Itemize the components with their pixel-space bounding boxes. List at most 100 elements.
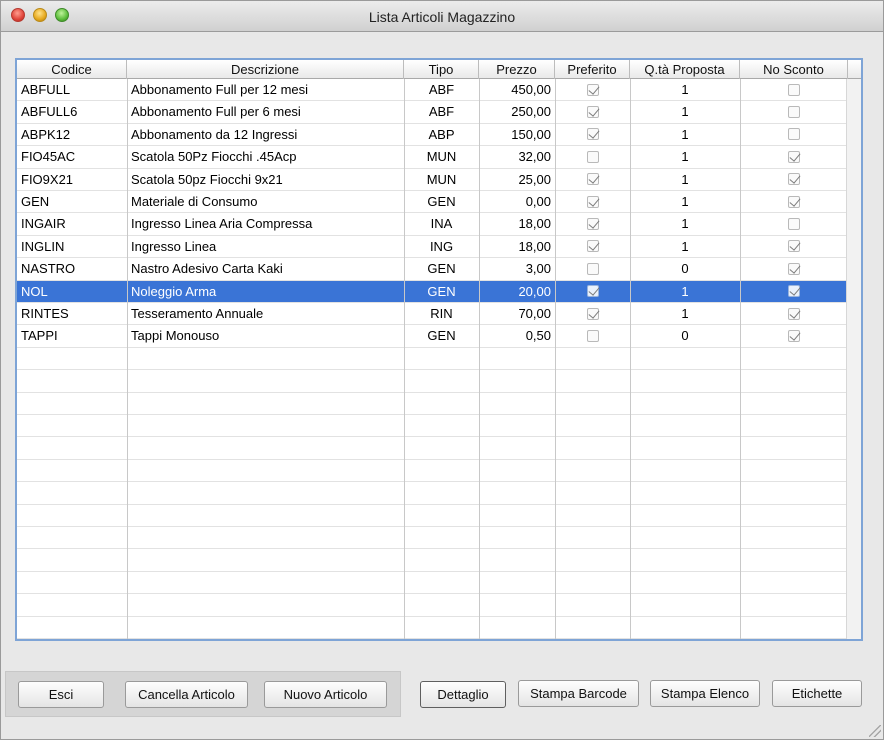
app-window: Lista Articoli Magazzino Codice Descrizi… [0,0,884,740]
cell-no-sconto [740,169,848,191]
preferito-checkbox[interactable] [586,128,599,141]
table-row[interactable]: GEN Materiale di Consumo GEN 0,00 1 [17,191,848,214]
column-header-descrizione[interactable]: Descrizione [127,60,404,79]
cell-codice: INGAIR [21,216,66,232]
stampa-elenco-button[interactable]: Stampa Elenco [650,680,760,707]
preferito-checkbox[interactable] [586,173,599,186]
cell-codice: ABFULL6 [21,104,78,120]
empty-table-row[interactable] [17,617,846,639]
cell-descrizione: Ingresso Linea [131,238,217,254]
cell-prezzo: 32,00 [518,149,551,165]
esci-button[interactable]: Esci [18,681,104,708]
table-row[interactable]: FIO9X21 Scatola 50pz Fiocchi 9x21 MUN 25,00… [17,169,846,191]
column-header-tipo[interactable]: Tipo [404,60,479,79]
articles-table[interactable]: Codice Descrizione Tipo Prezzo Preferito… [15,58,863,641]
vertical-scrollbar[interactable] [846,79,861,639]
stampa-barcode-button[interactable]: Stampa Barcode [518,680,639,707]
no-sconto-checkbox[interactable] [788,195,800,208]
empty-table-row[interactable] [17,549,846,572]
nuovo-articolo-button[interactable]: Nuovo Articolo [264,681,387,708]
preferito-checkbox[interactable] [586,329,599,342]
empty-table-row[interactable] [17,594,846,617]
no-sconto-checkbox[interactable] [788,329,800,342]
empty-table-row[interactable] [17,482,846,505]
cell-qta-proposta: 1 [681,216,689,232]
table-row[interactable]: ABPK12 Abbonamento da 12 Ingressi ABP 150,0… [17,124,846,147]
cell-no-sconto [740,303,848,325]
no-sconto-checkbox[interactable] [788,285,800,298]
preferito-checkbox[interactable] [586,195,599,208]
cell-descrizione: Nastro Adesivo Carta Kaki [131,261,283,277]
preferito-checkbox[interactable] [586,150,599,163]
no-sconto-checkbox[interactable] [788,307,800,320]
cell-prezzo: 0,00 [525,194,551,209]
empty-table-row[interactable] [17,393,846,415]
cell-preferito [555,124,630,146]
cell-qta-proposta: 1 [681,104,689,120]
no-sconto-checkbox[interactable] [788,83,800,96]
resize-grip-icon[interactable] [869,725,881,737]
cell-tipo: GEN [427,194,456,209]
no-sconto-checkbox[interactable] [788,173,800,186]
column-header-no-sconto[interactable]: No Sconto [740,60,848,79]
table-row[interactable]: INGLIN Ingresso Linea ING 18,00 1 [17,236,846,259]
column-header-preferito[interactable]: Preferito [555,60,630,79]
empty-table-row[interactable] [17,505,846,527]
cell-descrizione: Ingresso Linea Aria Compressa [131,216,313,232]
cell-prezzo: 20,00 [518,283,551,299]
table-row[interactable]: INGAIR Ingresso Linea Aria Compressa INA 18… [17,213,846,236]
column-header-prezzo[interactable]: Prezzo [479,60,555,79]
empty-table-row[interactable] [17,572,846,595]
table-row[interactable]: NASTRO Nastro Adesivo Carta Kaki GEN 3,00 0 [17,258,846,281]
no-sconto-checkbox[interactable] [788,150,800,163]
column-header-qta-proposta[interactable]: Q.tà Proposta [630,60,740,79]
no-sconto-checkbox[interactable] [788,217,800,230]
title-bar[interactable]: Lista Articoli Magazzino [1,1,883,32]
cell-prezzo: 450,00 [511,82,551,97]
window-title: Lista Articoli Magazzino [368,9,516,25]
preferito-checkbox[interactable] [586,240,599,253]
table-body: ABFULL Abbonamento Full per 12 mesi ABF 450… [17,79,846,639]
empty-table-row[interactable] [17,460,846,483]
cell-qta-proposta: 1 [681,194,689,209]
no-sconto-checkbox[interactable] [788,262,800,275]
cell-tipo: ABP [428,126,455,142]
empty-table-row[interactable] [17,527,846,550]
preferito-checkbox[interactable] [586,217,599,230]
table-row[interactable]: NOL Noleggio Arma GEN 20,00 1 [17,280,846,303]
preferito-checkbox[interactable] [586,307,599,320]
preferito-checkbox[interactable] [586,262,599,275]
empty-table-row[interactable] [17,415,846,438]
cell-prezzo: 18,00 [518,216,551,232]
empty-table-row[interactable] [17,370,846,393]
no-sconto-checkbox[interactable] [788,240,800,253]
preferito-checkbox[interactable] [586,105,599,118]
no-sconto-checkbox[interactable] [788,105,800,118]
cell-tipo: RIN [430,306,453,321]
preferito-checkbox[interactable] [586,83,599,96]
dettaglio-button[interactable]: Dettaglio [420,681,506,708]
cell-descrizione: Materiale di Consumo [131,194,258,209]
cell-codice: TAPPI [21,328,58,344]
cell-no-sconto [740,191,848,213]
cell-tipo: GEN [427,328,456,344]
no-sconto-checkbox[interactable] [788,128,800,141]
cell-tipo: ABF [428,82,455,97]
cell-preferito [555,191,630,213]
table-row[interactable]: RINTES Tesseramento Annuale RIN 70,00 1 [17,303,848,326]
preferito-checkbox[interactable] [586,285,599,298]
table-row[interactable]: ABFULL6 Abbonamento Full per 6 mesi ABF 250… [17,101,846,124]
cell-tipo: GEN [427,261,456,277]
empty-table-row[interactable] [17,348,846,371]
cancella-articolo-button[interactable]: Cancella Articolo [125,681,248,708]
column-header-codice[interactable]: Codice [17,60,127,79]
etichette-button[interactable]: Etichette [772,680,862,707]
table-row[interactable]: FIO45AC Scatola 50Pz Fiocchi .45Acp MUN 32,… [17,146,846,169]
cell-codice: ABFULL [21,82,71,97]
cell-no-sconto [740,325,848,347]
table-row[interactable]: TAPPI Tappi Monouso GEN 0,50 0 [17,325,848,348]
cell-codice: GEN [21,194,50,209]
empty-table-row[interactable] [17,437,846,460]
cell-preferito [555,258,630,280]
table-row[interactable]: ABFULL Abbonamento Full per 12 mesi ABF 450… [17,79,846,102]
